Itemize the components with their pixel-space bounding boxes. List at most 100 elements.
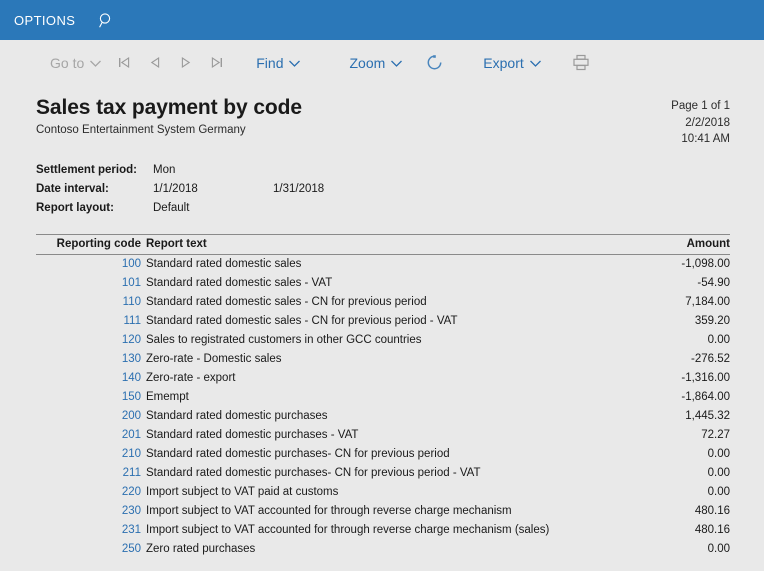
table-row: 110 Standard rated domestic sales - CN fo… [36,293,730,312]
cell-report-text: Standard rated domestic sales - VAT [146,276,333,289]
cell-reporting-code[interactable]: 110 [36,293,146,312]
cell-report-text: Standard rated domestic purchases- CN fo… [146,466,481,479]
find-button[interactable]: Find [250,48,307,78]
page-title: Sales tax payment by code [36,96,302,119]
page-info: Page 1 of 1 [671,100,730,112]
options-bar: OPTIONS [0,0,764,40]
table-row: 210 Standard rated domestic purchases- CN… [36,445,730,464]
cell-reporting-code[interactable]: 101 [36,274,146,293]
cell-amount: -1,316.00 [681,371,730,384]
parameter-value: Mon [153,163,176,176]
last-page-icon[interactable] [201,49,232,77]
next-page-icon[interactable] [170,49,201,77]
cell-report-text: Import subject to VAT accounted for thro… [146,523,550,536]
report-header: Sales tax payment by code Contoso Entert… [36,94,730,148]
cell-reporting-code[interactable]: 211 [36,464,146,483]
cell-amount: 7,184.00 [685,295,730,308]
report-parameters: Settlement period: Mon Date interval: 1/… [36,161,730,218]
export-label: Export [483,54,524,71]
cell-report-text: Zero-rate - Domestic sales [146,352,282,365]
report-body: Sales tax payment by code Contoso Entert… [0,85,764,559]
go-to-label: Go to [50,54,85,71]
cell-reporting-code[interactable]: 200 [36,407,146,426]
cell-amount: 0.00 [707,447,730,460]
cell-reporting-code[interactable]: 130 [36,350,146,369]
chevron-down-icon [529,55,542,71]
table-row: 231 Import subject to VAT accounted for t… [36,521,730,540]
report-toolbar: Go to Find Zoom Export [0,40,764,85]
first-page-icon[interactable] [108,49,139,77]
table-row: 220 Import subject to VAT paid at customs… [36,483,730,502]
report-time: 10:41 AM [681,133,730,145]
cell-report-text: Import subject to VAT accounted for thro… [146,504,512,517]
company-name: Contoso Entertainment System Germany [36,124,246,136]
column-header-report-text: Report text [146,233,620,255]
cell-reporting-code[interactable]: 210 [36,445,146,464]
cell-report-text: Zero rated purchases [146,542,256,555]
table-row: 200 Standard rated domestic purchases 1,44… [36,407,730,426]
cell-report-text: Standard rated domestic sales - CN for p… [146,295,427,308]
cell-amount: 1,445.32 [685,409,730,422]
cell-reporting-code[interactable]: 150 [36,388,146,407]
cell-reporting-code[interactable]: 231 [36,521,146,540]
table-row: 211 Standard rated domestic purchases- CN… [36,464,730,483]
cell-amount: 0.00 [707,466,730,479]
parameter-label: Settlement period: [36,163,137,176]
cell-reporting-code[interactable]: 201 [36,426,146,445]
cell-report-text: Standard rated domestic sales - CN for p… [146,314,458,327]
cell-amount: -54.90 [697,276,730,289]
parameter-value-secondary: 1/31/2018 [273,182,325,195]
refresh-icon[interactable] [417,49,451,77]
table-header: Reporting code Report text Amount [36,233,730,255]
cell-amount: -276.52 [690,352,730,365]
chevron-down-icon [390,55,403,71]
zoom-button[interactable]: Zoom [343,48,409,78]
cell-reporting-code[interactable]: 120 [36,331,146,350]
table-row: 140 Zero-rate - export -1,316.00 [36,369,730,388]
cell-report-text: Sales to registrated customers in other … [146,333,422,346]
table-row: 201 Standard rated domestic purchases - V… [36,426,730,445]
cell-amount: 0.00 [707,542,730,555]
print-icon[interactable] [564,49,598,77]
table-row: 130 Zero-rate - Domestic sales -276.52 [36,350,730,369]
cell-report-text: Standard rated domestic purchases - VAT [146,428,359,441]
cell-reporting-code[interactable]: 111 [36,312,146,331]
cell-amount: 0.00 [707,333,730,346]
cell-report-text: Ememp­t [146,390,189,403]
table-row: 100 Standard rated domestic sales -1,098.0… [36,254,730,274]
cell-amount: 480.16 [694,504,730,517]
table-row: 250 Zero rated purchases 0.00 [36,540,730,559]
cell-reporting-code[interactable]: 250 [36,540,146,559]
report-date: 2/2/2018 [685,116,730,129]
search-icon[interactable] [89,4,123,36]
cell-reporting-code[interactable]: 140 [36,369,146,388]
cell-report-text: Zero-rate - export [146,371,236,384]
cell-reporting-code[interactable]: 100 [36,254,146,274]
table-row: 101 Standard rated domestic sales - VAT -5… [36,274,730,293]
parameter-row: Report layout: Default [36,199,730,218]
cell-amount: 0.00 [707,485,730,498]
cell-reporting-code[interactable]: 230 [36,502,146,521]
parameter-label: Report layout: [36,201,114,214]
go-to-button[interactable]: Go to [44,48,108,78]
report-table: Reporting code Report text Amount 100 Sta… [36,233,730,559]
table-body: 100 Standard rated domestic sales -1,098.0… [36,254,730,559]
cell-amount: 480.16 [694,523,730,536]
parameter-label: Date interval: [36,182,109,195]
previous-page-icon[interactable] [139,49,170,77]
parameter-row: Date interval: 1/1/2018 1/31/2018 [36,180,730,199]
zoom-label: Zoom [349,54,386,71]
table-row: 111 Standard rated domestic sales - CN fo… [36,312,730,331]
find-label: Find [256,54,284,71]
export-button[interactable]: Export [477,48,547,78]
table-header-row: Reporting code Report text Amount [36,233,730,255]
cell-amount: -1,864.00 [681,390,730,403]
column-header-amount: Amount [620,233,730,255]
report-title-block: Sales tax payment by code Contoso Entert… [36,94,302,139]
table-row: 120 Sales to registrated customers in oth… [36,331,730,350]
cell-reporting-code[interactable]: 220 [36,483,146,502]
parameter-row: Settlement period: Mon [36,161,730,180]
cell-amount: 359.20 [694,314,730,327]
cell-report-text: Import subject to VAT paid at customs [146,485,339,498]
options-button[interactable]: OPTIONS [10,13,89,28]
